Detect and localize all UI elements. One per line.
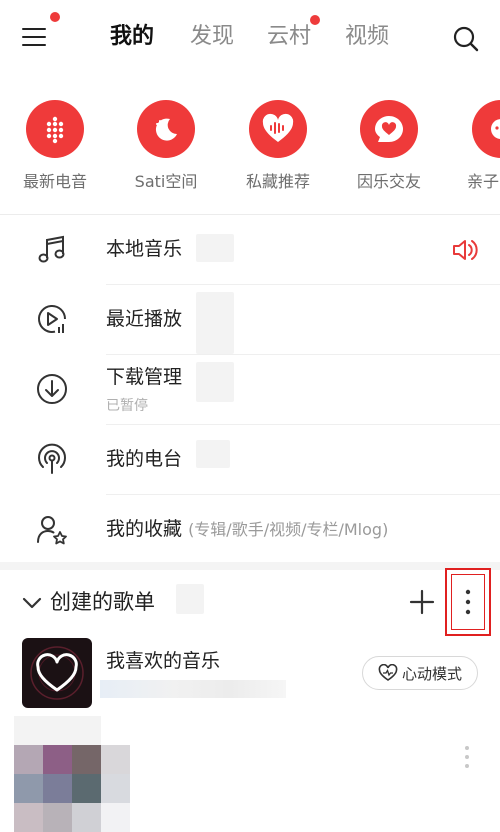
plus-icon: [409, 589, 435, 615]
section-gap: [0, 562, 500, 570]
tab-community[interactable]: 云村: [267, 22, 311, 52]
quick-music-friends[interactable]: 因乐交友: [349, 100, 429, 192]
section-divider: [0, 214, 500, 215]
notification-dot: [50, 12, 60, 22]
search-icon: [453, 26, 479, 52]
child-icon: [491, 119, 500, 139]
section-title: 创建的歌单: [50, 590, 155, 614]
menu-button[interactable]: [14, 12, 60, 54]
tab-discover[interactable]: 发现: [190, 22, 234, 52]
moon-icon: [155, 118, 177, 141]
quick-label: 亲子: [467, 172, 500, 191]
collapse-toggle[interactable]: [20, 591, 44, 615]
tab-mine[interactable]: 我的: [110, 22, 154, 52]
dots-grid-icon: [46, 116, 64, 144]
playlist-cover[interactable]: [22, 638, 92, 708]
podcast-icon: [32, 439, 72, 479]
collection-label: 我的收藏: [106, 518, 183, 540]
quick-latest-electronic[interactable]: 最新电音: [15, 100, 95, 192]
quick-label: 因乐交友: [356, 172, 421, 191]
row-divider: [106, 494, 500, 495]
blurred-playlist-info: [100, 680, 286, 698]
library-recent-play[interactable]: 最近播放: [106, 306, 182, 332]
blurred-count: [196, 440, 230, 468]
quick-kids[interactable]: 亲子: [460, 100, 500, 192]
library-my-collection[interactable]: 我的收藏 (专辑/歌手/视频/专栏/Mlog): [106, 516, 388, 543]
tab-video[interactable]: 视频: [345, 22, 389, 52]
blurred-count: [196, 362, 234, 402]
community-badge-dot: [310, 15, 320, 25]
row-divider: [106, 424, 500, 425]
heartbeat-mode-label: 心动模式: [401, 664, 462, 683]
blurred-playlist-cover: [14, 716, 146, 832]
quick-label: 最新电音: [22, 172, 87, 191]
music-note-icon: [32, 229, 72, 269]
chevron-down-icon: [22, 597, 42, 609]
heart-wave-icon: [262, 113, 294, 142]
quick-sati-space[interactable]: Sati空间: [126, 100, 206, 192]
blurred-count: [176, 584, 204, 614]
recent-play-icon: [32, 299, 72, 339]
more-vertical-icon: [465, 746, 469, 768]
quick-label: Sati空间: [134, 172, 198, 191]
more-vertical-icon: [465, 589, 471, 615]
star-user-icon: [32, 509, 72, 549]
now-playing-button[interactable]: [450, 236, 480, 264]
quick-label: 私藏推荐: [245, 172, 310, 191]
collection-hint: (专辑/歌手/视频/专栏/Mlog): [188, 520, 389, 539]
search-button[interactable]: [448, 22, 484, 56]
more-options-button[interactable]: [445, 568, 491, 636]
row-divider: [106, 284, 500, 285]
blurred-count: [196, 292, 234, 354]
heartbeat-mode-button[interactable]: 心动模式: [362, 656, 478, 690]
blurred-count: [196, 234, 234, 262]
add-playlist-button[interactable]: [408, 588, 436, 616]
library-local-music[interactable]: 本地音乐: [106, 236, 182, 262]
quick-private-picks[interactable]: 私藏推荐: [238, 100, 318, 192]
playlist-more-button[interactable]: [460, 744, 474, 774]
playlist-title[interactable]: 我喜欢的音乐: [106, 648, 220, 674]
library-my-radio[interactable]: 我的电台: [106, 446, 182, 472]
heart-cover-icon: [30, 646, 84, 700]
library-downloads[interactable]: 下载管理: [106, 364, 182, 390]
row-divider: [106, 354, 500, 355]
heart-beat-icon: [378, 664, 398, 681]
download-icon: [32, 369, 72, 409]
download-status: 已暂停: [106, 398, 148, 414]
speaker-icon: [453, 240, 478, 260]
heart-chat-icon: [375, 116, 403, 142]
